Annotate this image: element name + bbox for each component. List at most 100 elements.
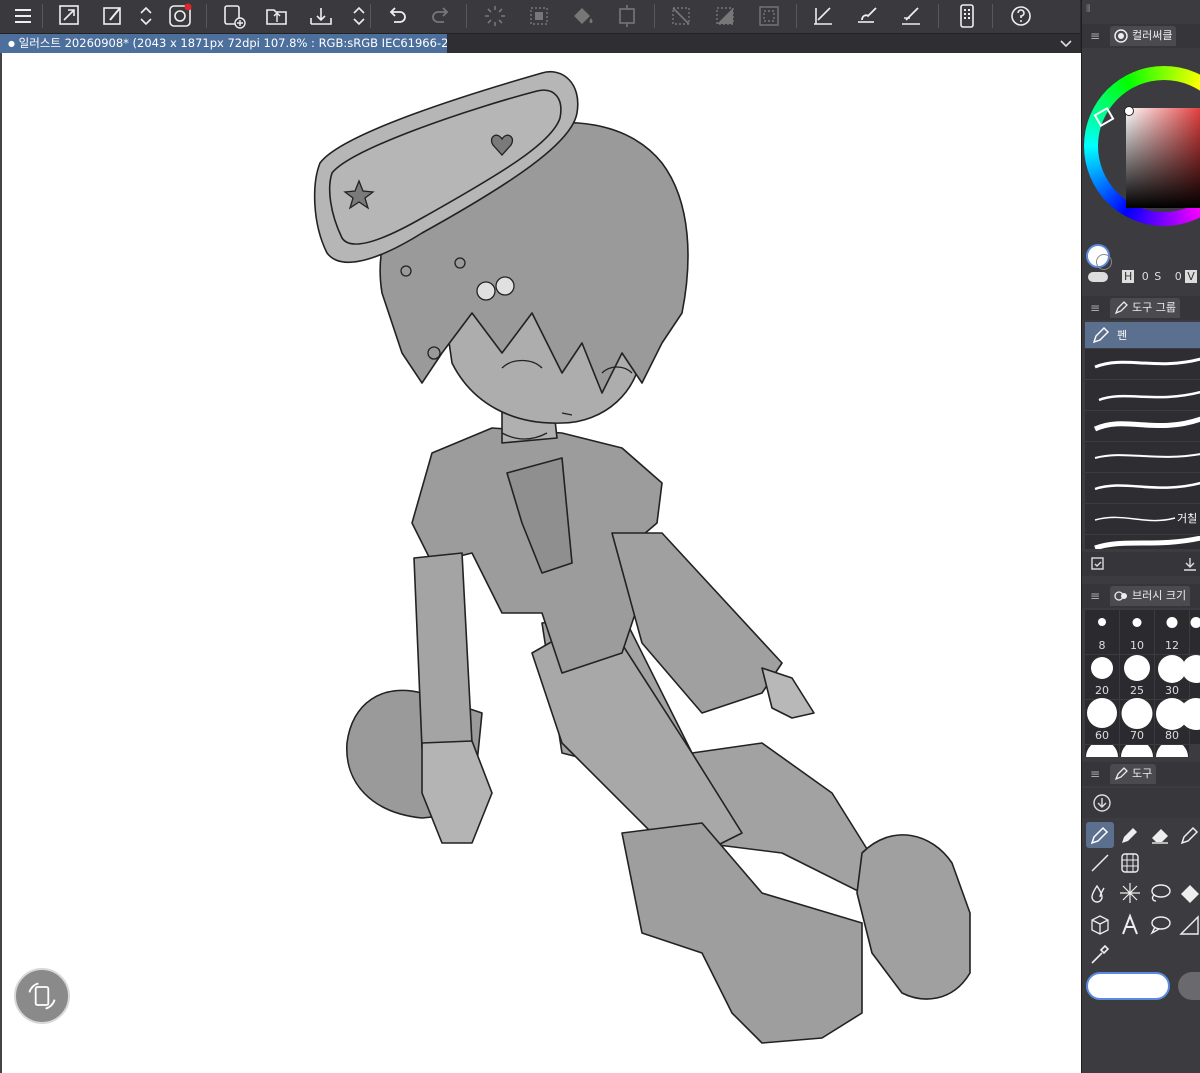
- brush-icon[interactable]: [852, 2, 882, 30]
- brush-icon: [1180, 826, 1199, 845]
- rotate-icon: [28, 982, 56, 1010]
- brush-size-25[interactable]: 25: [1120, 655, 1154, 699]
- brush-size-20[interactable]: 20: [1085, 655, 1119, 699]
- document-tab[interactable]: ● 일러스트 20260908* (2043 x 1871px 72dpi 10…: [0, 34, 447, 53]
- grip-icon[interactable]: ⦀: [1086, 4, 1090, 15]
- brush-preset-7[interactable]: [1085, 535, 1200, 550]
- unsaved-dot-icon: ●: [8, 39, 15, 48]
- 3d-object-tool-button[interactable]: [1086, 912, 1114, 938]
- mesh-transform-tool-button[interactable]: [1116, 850, 1144, 876]
- selection-border-icon[interactable]: [754, 2, 784, 30]
- fill-tool-button[interactable]: [1176, 880, 1200, 906]
- undo-icon[interactable]: [382, 2, 412, 30]
- color-circle-icon: [1114, 29, 1128, 43]
- loading-icon[interactable]: [480, 2, 510, 30]
- brush-size-row-partial[interactable]: [1120, 745, 1154, 757]
- top-toolbar: [0, 0, 1080, 34]
- main-color-chip[interactable]: [1086, 972, 1170, 1000]
- lasso-icon: [1151, 884, 1171, 902]
- sub-color-swatch[interactable]: [1096, 254, 1112, 270]
- tool-group-footer: [1082, 552, 1200, 576]
- ruler-tool-button[interactable]: [1176, 912, 1200, 938]
- hsv-readout: H 0 S 0 V: [1122, 270, 1197, 283]
- blend-tool-button[interactable]: [1086, 880, 1114, 906]
- invert-selection-icon[interactable]: [710, 2, 740, 30]
- sv-marker[interactable]: [1124, 106, 1134, 116]
- brush-size-8[interactable]: 8: [1085, 610, 1119, 654]
- document-tab-bar: ● 일러스트 20260908* (2043 x 1871px 72dpi 10…: [0, 34, 1080, 53]
- panel-menu-icon[interactable]: ≡: [1090, 24, 1100, 48]
- download-icon[interactable]: [1182, 556, 1198, 572]
- selected-subtool[interactable]: 펜: [1085, 322, 1200, 348]
- save-icon[interactable]: [306, 2, 336, 30]
- deselect-icon[interactable]: [666, 2, 696, 30]
- panel-menu-icon[interactable]: ≡: [1090, 584, 1100, 608]
- panel-menu-icon[interactable]: ≡: [1090, 762, 1100, 786]
- brush-size-60[interactable]: 60: [1085, 698, 1119, 744]
- brush-size-70[interactable]: 70: [1120, 698, 1154, 744]
- redo-icon[interactable]: [426, 2, 456, 30]
- help-icon[interactable]: [1006, 2, 1036, 30]
- lasso-tool-button[interactable]: [1146, 880, 1174, 906]
- pencil-tool-button[interactable]: [1116, 822, 1144, 848]
- eyedropper-tool-button[interactable]: [1086, 942, 1114, 968]
- menu-icon[interactable]: [8, 2, 38, 30]
- new-file-icon[interactable]: [218, 2, 248, 30]
- balloon-tool-button[interactable]: [1146, 912, 1174, 938]
- fit-screen-icon[interactable]: [54, 2, 84, 30]
- download-circle-icon[interactable]: [1092, 793, 1112, 813]
- brush-size-10[interactable]: 10: [1120, 610, 1154, 654]
- brush-size-row-partial[interactable]: [1085, 745, 1119, 757]
- chevron-updown-icon[interactable]: [131, 2, 152, 30]
- selection-clear-icon[interactable]: [524, 2, 554, 30]
- saturation-value-square[interactable]: [1126, 108, 1200, 208]
- line-tool-button[interactable]: [1086, 850, 1114, 876]
- smartphone-icon[interactable]: [952, 2, 982, 30]
- brush-preset-3[interactable]: [1085, 411, 1200, 442]
- ruler-icon[interactable]: [808, 2, 838, 30]
- tab-tool-group[interactable]: 도구 그룹: [1110, 298, 1180, 318]
- brush-preset-5[interactable]: [1085, 473, 1200, 504]
- speech-bubble-icon: [1150, 916, 1171, 935]
- magic-wand-tool-button[interactable]: [1116, 880, 1144, 906]
- brush-size-row-partial[interactable]: [1155, 745, 1189, 757]
- straight-line-icon[interactable]: [896, 2, 926, 30]
- transparent-color-icon[interactable]: [1088, 272, 1108, 282]
- crop-icon[interactable]: [612, 2, 642, 30]
- brush-size-partial[interactable]: [1190, 610, 1200, 654]
- tab-tool[interactable]: 도구: [1110, 764, 1157, 784]
- drawing-canvas[interactable]: [0, 53, 1081, 1073]
- pen-icon: [1114, 301, 1128, 315]
- pen-icon: [1114, 767, 1128, 781]
- ruler-triangle-icon: [1179, 915, 1199, 935]
- grid-icon: [1121, 853, 1139, 873]
- tool-panel-header: ≡ 도구: [1082, 762, 1200, 786]
- brush-preset-1[interactable]: [1085, 349, 1200, 380]
- brush-preset-4[interactable]: [1085, 442, 1200, 473]
- pen-tool-button[interactable]: [1086, 822, 1114, 848]
- brush-size-12[interactable]: 12: [1155, 610, 1189, 654]
- transform-icon[interactable]: [98, 2, 128, 30]
- brush-size-partial[interactable]: [1179, 698, 1200, 744]
- fill-icon[interactable]: [568, 2, 598, 30]
- tab-color-wheel[interactable]: 컬러써클: [1110, 26, 1177, 46]
- brush-tool-button[interactable]: [1176, 822, 1200, 848]
- text-tool-button[interactable]: [1116, 912, 1144, 938]
- brush-preset-6[interactable]: 거칠: [1085, 504, 1200, 535]
- checkbox-icon[interactable]: [1090, 556, 1106, 572]
- eraser-icon: [1152, 829, 1168, 844]
- sub-color-chip[interactable]: [1178, 972, 1200, 1000]
- tab-brush-size[interactable]: 브러시 크기: [1110, 586, 1191, 606]
- chevron-down-icon[interactable]: [1058, 36, 1074, 50]
- chevron-updown-icon[interactable]: [344, 2, 365, 30]
- open-folder-icon[interactable]: [262, 2, 292, 30]
- brush-preset-2[interactable]: [1085, 380, 1200, 411]
- companion-app-icon[interactable]: [165, 2, 195, 30]
- eraser-tool-button[interactable]: [1146, 822, 1174, 848]
- brush-size-partial[interactable]: [1181, 655, 1200, 699]
- right-panel-column: ⦀ ≡ 컬러써클 H 0 S 0 V ≡ 도구 그룹 펜 거칠 ≡ 브러시 크기…: [1081, 0, 1200, 1073]
- pencil-icon: [1122, 828, 1137, 843]
- illustration-artwork: [313, 71, 971, 1044]
- rotate-canvas-button[interactable]: [14, 968, 70, 1024]
- panel-menu-icon[interactable]: ≡: [1090, 296, 1100, 320]
